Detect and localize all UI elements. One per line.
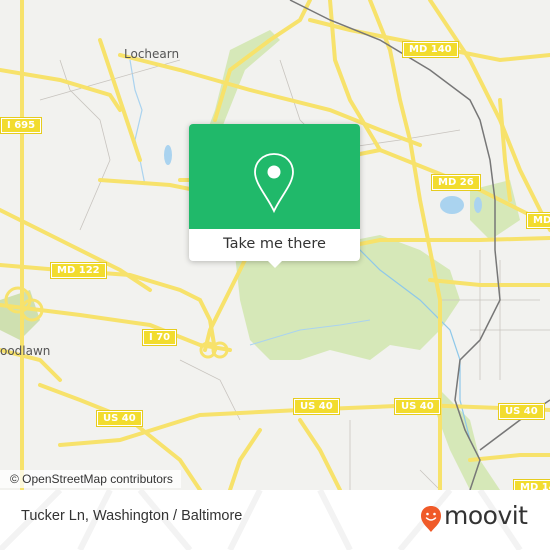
take-me-there-button[interactable]: Take me there — [189, 229, 360, 261]
road-shield-md140: MD 140 — [402, 41, 459, 58]
road-shield-md122: MD 122 — [50, 262, 107, 279]
map-pin-icon — [254, 153, 294, 214]
road-shield-i695: I 695 — [0, 117, 43, 134]
road — [468, 453, 550, 462]
map[interactable]: Lochearn oodlawn MD 140 I 695 MD 26 MD M… — [0, 0, 550, 490]
road-shield-us40: US 40 — [394, 398, 441, 415]
moovit-wordmark: moovit — [444, 501, 528, 530]
popup-header — [189, 124, 360, 229]
road — [0, 68, 122, 112]
lake — [440, 196, 464, 214]
moovit-pin-icon — [421, 506, 441, 532]
road-shield-md26: MD 26 — [431, 174, 481, 191]
road-shield-md: MD — [525, 212, 550, 229]
road-shield-md14: MD 14 — [513, 479, 550, 490]
place-label-lochearn: Lochearn — [124, 47, 180, 61]
road-shield-us40: US 40 — [96, 410, 143, 427]
location-title: Tucker Ln, Washington / Baltimore — [21, 508, 243, 524]
footer: Tucker Ln, Washington / Baltimore moovit — [0, 490, 550, 550]
lake — [164, 145, 172, 165]
road-shield-i70: I 70 — [141, 329, 178, 346]
place-label-woodlawn: oodlawn — [0, 344, 51, 358]
map-attribution[interactable]: © OpenStreetMap contributors — [0, 470, 181, 488]
location-popup: Take me there — [189, 124, 360, 268]
road-shield-us40: US 40 — [498, 403, 545, 420]
lake — [474, 197, 482, 213]
road-shield-us40: US 40 — [293, 398, 340, 415]
road — [298, 418, 342, 490]
popup-pointer — [267, 260, 283, 268]
road — [228, 428, 262, 490]
stream — [129, 59, 146, 186]
